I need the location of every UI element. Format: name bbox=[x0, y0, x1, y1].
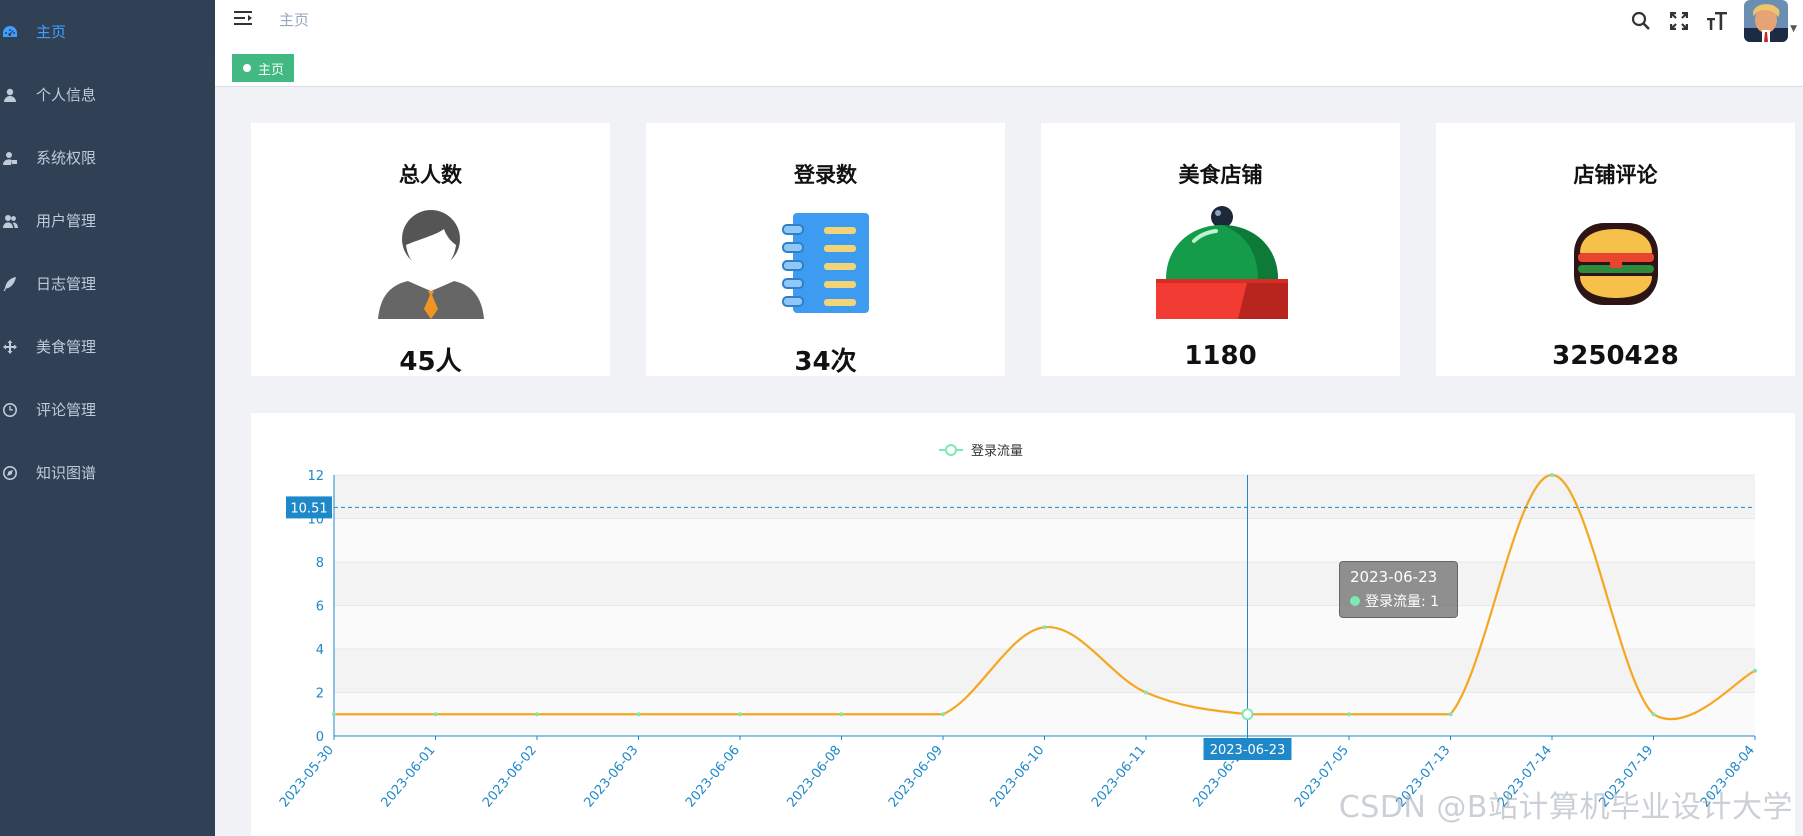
card-value: 34次 bbox=[794, 347, 857, 377]
highlighted-point bbox=[1241, 708, 1254, 721]
stat-card-shop-reviews: 店铺评论 3250428 bbox=[1436, 123, 1795, 376]
chevron-down-icon[interactable]: ▼ bbox=[1790, 24, 1797, 34]
sidebar-item-label: 个人信息 bbox=[36, 86, 97, 104]
businessman-icon bbox=[251, 201, 610, 325]
x-tick-label: 2023-06-08 bbox=[785, 743, 845, 811]
move-icon bbox=[2, 339, 18, 355]
y-tick-label: 8 bbox=[316, 556, 324, 571]
data-point bbox=[433, 712, 438, 717]
x-tick-label: 2023-06-11 bbox=[1089, 743, 1149, 811]
data-point bbox=[1347, 712, 1351, 717]
clock-icon bbox=[2, 402, 18, 418]
feather-icon bbox=[2, 276, 18, 292]
hamburger-menu-icon[interactable] bbox=[233, 8, 255, 30]
navbar: 主页 ▼ bbox=[215, 0, 1803, 50]
y-tick-label: 6 bbox=[316, 600, 324, 615]
data-point bbox=[1144, 690, 1148, 695]
sidebar-item-knowledge-graph[interactable]: 知识图谱 bbox=[0, 441, 215, 504]
data-point bbox=[535, 712, 539, 717]
x-tick-label: 2023-06-06 bbox=[683, 743, 743, 811]
legend-marker-icon bbox=[945, 444, 957, 456]
dashboard-icon bbox=[2, 24, 18, 40]
card-value: 45人 bbox=[399, 347, 462, 377]
card-title: 总人数 bbox=[399, 163, 462, 187]
search-icon[interactable] bbox=[1630, 10, 1652, 32]
series-dot-icon bbox=[1350, 596, 1360, 606]
tag-label: 主页 bbox=[258, 62, 285, 78]
fullscreen-icon[interactable] bbox=[1668, 10, 1690, 32]
sidebar-item-comments[interactable]: 评论管理 bbox=[0, 378, 215, 441]
sidebar-item-label: 系统权限 bbox=[36, 149, 97, 167]
y-tick-label: 0 bbox=[316, 730, 324, 745]
sidebar-item-label: 主页 bbox=[36, 23, 67, 41]
grid-band bbox=[334, 562, 1755, 606]
data-point bbox=[1550, 473, 1554, 477]
permission-icon bbox=[2, 150, 18, 166]
food-cloche-icon bbox=[1041, 201, 1400, 325]
sidebar-item-logs[interactable]: 日志管理 bbox=[0, 252, 215, 315]
sidebar-item-label: 日志管理 bbox=[36, 275, 97, 293]
sidebar-item-label: 用户管理 bbox=[36, 212, 97, 230]
data-point bbox=[941, 712, 945, 717]
watermark: CSDN @B站计算机毕业设计大学 bbox=[1338, 790, 1793, 825]
font-size-icon[interactable] bbox=[1706, 10, 1728, 32]
breadcrumb: 主页 bbox=[279, 11, 310, 29]
active-dot-icon bbox=[243, 64, 251, 72]
data-point bbox=[332, 712, 336, 717]
x-tick-label: 2023-05-30 bbox=[277, 743, 337, 811]
stat-card-logins: 登录数 34次 bbox=[646, 123, 1005, 377]
notebook-icon bbox=[646, 201, 1005, 325]
x-tick-label: 2023-06-09 bbox=[886, 743, 946, 811]
sidebar-item-label: 评论管理 bbox=[36, 401, 97, 419]
data-point bbox=[1042, 625, 1047, 630]
legend-label: 登录流量 bbox=[971, 444, 1023, 459]
tag-home[interactable]: 主页 bbox=[232, 54, 295, 82]
data-point bbox=[1753, 668, 1757, 673]
sidebar-item-label: 知识图谱 bbox=[36, 464, 97, 482]
y-tick-label: 2 bbox=[316, 687, 324, 702]
crosshair-x-label: 2023-06-23 bbox=[1210, 743, 1286, 758]
grid-band bbox=[334, 518, 1755, 562]
data-point bbox=[1651, 712, 1656, 717]
card-title: 店铺评论 bbox=[1573, 163, 1658, 187]
card-title: 登录数 bbox=[794, 163, 857, 187]
card-value: 1180 bbox=[1184, 341, 1257, 371]
card-value: 3250428 bbox=[1552, 341, 1679, 371]
sidebar-item-users[interactable]: 用户管理 bbox=[0, 189, 215, 252]
sidebar-item-food[interactable]: 美食管理 bbox=[0, 315, 215, 378]
login-traffic-chart[interactable]: 0246810122023-05-30 2023-06-01 2023-06-02 2… bbox=[251, 413, 1795, 836]
peoples-icon bbox=[2, 213, 18, 229]
sidebar-item-permission[interactable]: 系统权限 bbox=[0, 126, 215, 189]
stat-card-food-shops: 美食店铺 1180 bbox=[1041, 123, 1400, 376]
y-tick-label: 12 bbox=[307, 469, 324, 484]
chart-tooltip: 2023-06-23 登录流量: 1 bbox=[1339, 561, 1458, 618]
avatar[interactable] bbox=[1744, 0, 1789, 42]
data-point bbox=[1448, 712, 1453, 717]
hamburger-icon bbox=[1436, 201, 1795, 325]
tooltip-row: 登录流量: 1 bbox=[1365, 594, 1440, 610]
tooltip-title: 2023-06-23 bbox=[1350, 568, 1438, 586]
sidebar-item-home[interactable]: 主页 bbox=[0, 0, 215, 63]
x-tick-label: 2023-06-10 bbox=[988, 743, 1048, 811]
guide-icon bbox=[2, 465, 18, 481]
chart-panel: 0 2 4 6 8 10 12 2023-05-30 2023-06-01 2023-06-02 2… bbox=[251, 413, 1795, 836]
card-title: 美食店铺 bbox=[1178, 163, 1263, 187]
x-tick-label: 2023-06-02 bbox=[480, 743, 540, 811]
grid-band bbox=[334, 649, 1755, 693]
crosshair-y-label: 10.51 bbox=[290, 501, 327, 516]
x-tick-label: 2023-06-03 bbox=[582, 743, 642, 811]
data-point bbox=[839, 712, 844, 717]
tags-view: 主页 bbox=[215, 50, 1803, 87]
sidebar-item-profile[interactable]: 个人信息 bbox=[0, 63, 215, 126]
sidebar-item-label: 美食管理 bbox=[36, 338, 97, 356]
data-point bbox=[738, 712, 742, 717]
y-tick-label: 4 bbox=[316, 643, 324, 658]
sidebar: 主页 个人信息 系统权限 用户管理 日志管理 美食管理 评论管理 知识图谱 bbox=[0, 0, 215, 836]
stat-card-total-users: 总人数 45人 bbox=[251, 123, 610, 377]
x-tick-label: 2023-06-01 bbox=[379, 743, 439, 811]
user-icon bbox=[2, 87, 18, 103]
data-point bbox=[636, 712, 641, 717]
